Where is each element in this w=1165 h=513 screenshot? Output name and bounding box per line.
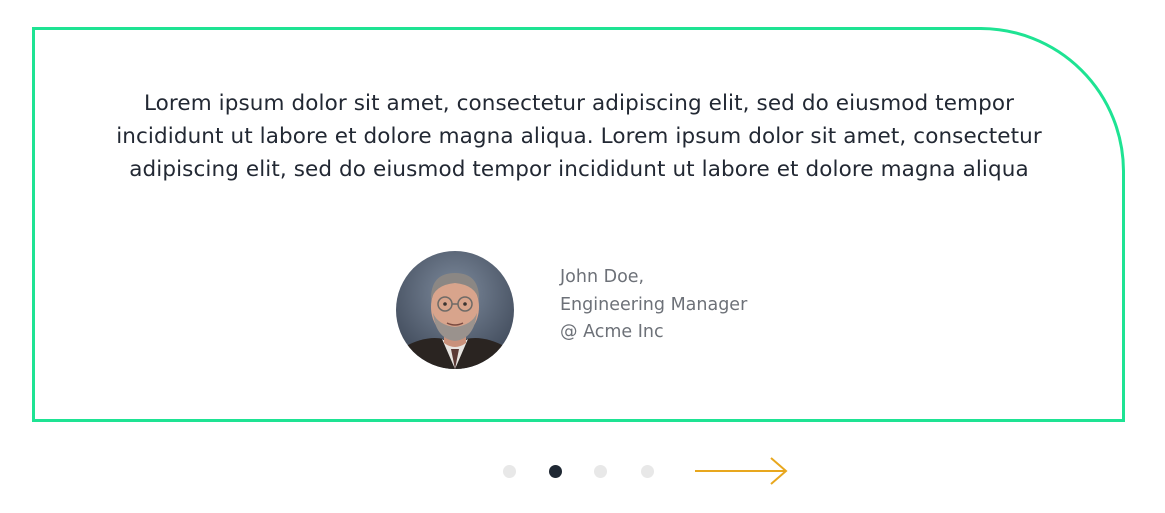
author-company: @ Acme Inc xyxy=(560,322,664,342)
pagination-dot-3[interactable] xyxy=(594,465,607,478)
pagination-dot-2[interactable] xyxy=(549,465,562,478)
arrow-right-icon[interactable] xyxy=(695,456,791,486)
pagination-dot-4[interactable] xyxy=(641,465,654,478)
testimonial-card: Lorem ipsum dolor sit amet, consectetur … xyxy=(32,27,1126,422)
testimonial-quote: Lorem ipsum dolor sit amet, consectetur … xyxy=(116,91,1042,182)
carousel-pagination xyxy=(499,456,799,486)
author-role: Engineering Manager xyxy=(560,294,748,315)
pagination-dot-1[interactable] xyxy=(503,465,516,478)
author-name: John Doe, xyxy=(560,267,645,287)
author-info: John Doe, Engineering Manager @ Acme Inc xyxy=(560,264,747,347)
author-avatar xyxy=(396,251,514,369)
